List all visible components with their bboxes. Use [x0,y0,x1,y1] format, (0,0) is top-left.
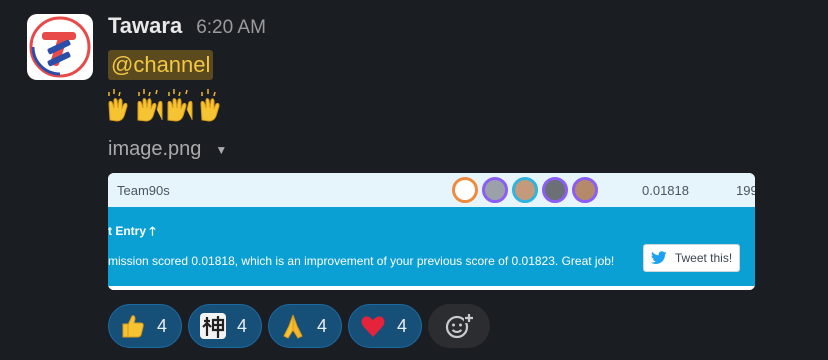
caret-down-icon[interactable]: ▼ [215,143,227,157]
reaction-folded-hands[interactable]: 4 [268,304,343,348]
reaction-thumbs-up[interactable]: 4 [108,304,183,348]
submission-banner: t Entry 🡑 mission scored 0.01818, which … [108,207,755,286]
thumbs-up-icon [119,312,147,340]
emoji-row [106,86,224,124]
tawara-logo-icon [29,16,91,78]
reaction-count: 4 [317,315,328,336]
member-avatar [572,177,598,203]
kami-kanji-icon [199,312,227,340]
entry-title: t Entry 🡑 [108,224,156,238]
heart-icon [359,312,387,340]
reaction-count: 4 [157,315,168,336]
team-name: Team90s [117,183,170,198]
raised-hands-icon [167,89,193,122]
author-name[interactable]: Tawara [108,13,182,39]
raised-hands-icon [108,89,128,122]
channel-mention[interactable]: @channel [108,50,214,80]
raised-hands-icon [200,89,220,122]
preview-bottom-strip [108,286,755,290]
add-emoji-icon [445,313,475,339]
tweet-button: Tweet this! [643,244,740,272]
reactions-bar: 4 4 4 4 [108,304,491,348]
reaction-count: 4 [397,315,408,336]
member-avatar [482,177,508,203]
image-preview[interactable]: Team90s 0.01818 199 t Entry 🡑 mission sc… [108,173,755,290]
message-header: Tawara 6:20 AM [108,13,266,43]
tweet-label: Tweet this! [674,251,733,265]
message-timestamp[interactable]: 6:20 AM [196,17,266,39]
leaderboard-row: Team90s 0.01818 199 [108,173,755,207]
file-name[interactable]: image.png [108,138,201,161]
member-avatar [452,177,478,203]
reaction-count: 4 [237,315,248,336]
author-avatar[interactable] [27,14,93,80]
add-reaction-button[interactable] [428,304,491,348]
entry-message: mission scored 0.01818, which is an impr… [108,254,615,268]
team-rank: 199 [736,183,755,198]
file-name-toggle[interactable]: image.png ▼ [108,138,227,161]
team-score: 0.01818 [642,183,689,198]
reaction-kami[interactable]: 4 [188,304,263,348]
member-avatar [512,177,538,203]
member-avatar [542,177,568,203]
raised-hands-icon [137,89,163,122]
reaction-heart[interactable]: 4 [348,304,423,348]
folded-hands-icon [279,312,307,340]
team-members [452,177,598,203]
twitter-bird-icon [650,251,667,264]
